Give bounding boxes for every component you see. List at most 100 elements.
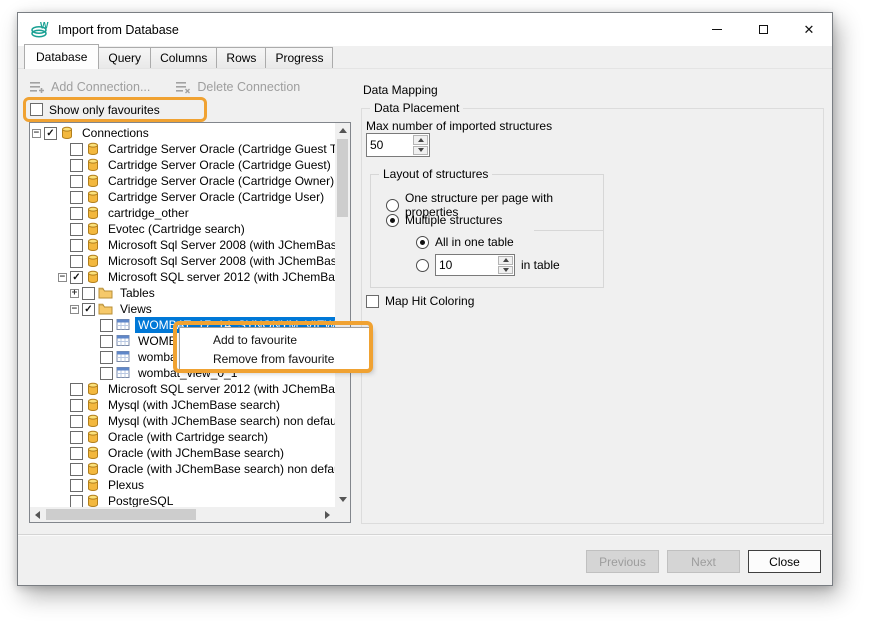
all-in-one-table-radio[interactable] [416, 236, 429, 249]
database-icon [86, 446, 102, 460]
tree-item[interactable]: Cartridge Server Oracle (Cartridge Guest… [30, 157, 335, 173]
tree-item[interactable]: Oracle (with JChemBase search) [30, 445, 335, 461]
tree-item[interactable]: cartridge_other [30, 205, 335, 221]
tree-item[interactable]: Cartridge Server Oracle (Cartridge Owner… [30, 173, 335, 189]
one-structure-per-page-radio[interactable] [386, 199, 399, 212]
expander-spacer [58, 401, 70, 410]
max-structures-input[interactable] [367, 134, 412, 156]
tree-item-checkbox[interactable] [70, 431, 83, 444]
scroll-left-button[interactable] [30, 507, 45, 522]
tree-item-checkbox[interactable] [70, 143, 83, 156]
tree-item-checkbox[interactable] [70, 159, 83, 172]
tree-item-checkbox[interactable] [70, 463, 83, 476]
collapse-icon[interactable]: − [58, 273, 67, 282]
next-button[interactable]: Next [667, 550, 740, 573]
tree-item-checkbox[interactable] [100, 351, 113, 364]
tree-item-checkbox[interactable] [70, 479, 83, 492]
horizontal-scroll-thumb[interactable] [46, 509, 196, 520]
tree-item-checkbox[interactable]: ✓ [70, 271, 83, 284]
tree-item-checkbox[interactable]: ✓ [82, 303, 95, 316]
tree-item-checkbox[interactable] [100, 367, 113, 380]
tree-item-checkbox[interactable] [70, 191, 83, 204]
tree-item[interactable]: −✓Views [30, 301, 335, 317]
tree-item[interactable]: Mysql (with JChemBase search) non defaul… [30, 413, 335, 429]
tree-item-label: Oracle (with JChemBase search) non defau… [105, 461, 335, 477]
tree-item-checkbox[interactable] [70, 207, 83, 220]
show-only-favourites-checkbox[interactable] [30, 103, 43, 116]
tree-item[interactable]: + Tables [30, 285, 335, 301]
spin-down-button[interactable] [413, 146, 428, 156]
previous-button[interactable]: Previous [586, 550, 659, 573]
map-hit-coloring-checkbox[interactable] [366, 295, 379, 308]
vertical-scroll-thumb[interactable] [337, 139, 348, 217]
tree-item-label: Cartridge Server Oracle (Cartridge Owner… [105, 173, 335, 189]
tree-item-checkbox[interactable] [70, 255, 83, 268]
tree-item-checkbox[interactable] [70, 399, 83, 412]
tree-item-label: Evotec (Cartridge search) [105, 221, 248, 237]
tree-item[interactable]: Microsoft SQL server 2012 (with JChemBas… [30, 381, 335, 397]
scroll-down-button[interactable] [335, 492, 350, 507]
in-table-input[interactable] [436, 255, 497, 275]
expander-spacer [58, 385, 70, 394]
tab-rows[interactable]: Rows [216, 47, 266, 68]
tree-item-checkbox[interactable]: ✓ [44, 127, 57, 140]
tree-item-checkbox[interactable] [70, 239, 83, 252]
close-dialog-button[interactable]: Close [748, 550, 821, 573]
tree-item[interactable]: Plexus [30, 477, 335, 493]
tree-item[interactable]: −✓ Microsoft SQL server 2012 (with JChemB… [30, 269, 335, 285]
tree-item-checkbox[interactable] [70, 495, 83, 508]
tree-item-checkbox[interactable] [70, 447, 83, 460]
tree-item-checkbox[interactable] [70, 383, 83, 396]
database-icon [86, 462, 102, 476]
tree-item[interactable]: Evotec (Cartridge search) [30, 221, 335, 237]
tree-item[interactable]: Microsoft Sql Server 2008 (with JChemBas… [30, 237, 335, 253]
tree-item[interactable]: −✓Connections [30, 125, 335, 141]
tree-item-checkbox[interactable] [70, 223, 83, 236]
max-structures-spinner [366, 133, 430, 157]
expander-spacer [58, 161, 70, 170]
tree-item[interactable]: Cartridge Server Oracle (Cartridge Guest… [30, 141, 335, 157]
tab-progress[interactable]: Progress [265, 47, 333, 68]
tab-columns[interactable]: Columns [150, 47, 217, 68]
tree-item[interactable]: Microsoft Sql Server 2008 (with JChemBas… [30, 253, 335, 269]
import-from-database-dialog: W Import from Database ✕ DatabaseQueryCo… [17, 12, 833, 586]
tree-item-checkbox[interactable] [70, 175, 83, 188]
vertical-scrollbar[interactable] [335, 123, 350, 507]
radio-row-multiple: Multiple structures [386, 213, 502, 227]
spin-up-button[interactable] [413, 135, 428, 145]
tree-item[interactable]: Mysql (with JChemBase search) [30, 397, 335, 413]
tab-database[interactable]: Database [24, 44, 99, 69]
close-button[interactable]: ✕ [786, 13, 832, 46]
minimize-button[interactable] [694, 13, 740, 46]
scroll-right-button[interactable] [320, 507, 335, 522]
tree-item[interactable]: PostgreSQL [30, 493, 335, 507]
tree-item-checkbox[interactable] [100, 319, 113, 332]
context-menu-item-remove-from-favourite[interactable]: Remove from favourite [180, 349, 370, 368]
expand-icon[interactable]: + [70, 289, 79, 298]
collapse-icon[interactable]: − [32, 129, 41, 138]
tree-item-checkbox[interactable] [70, 415, 83, 428]
collapse-icon[interactable]: − [70, 305, 79, 314]
n-in-table-radio[interactable] [416, 259, 429, 272]
tree-item-label: Microsoft SQL server 2012 (with JChemBas… [105, 269, 335, 285]
context-menu-item-add-to-favourite[interactable]: Add to favourite [180, 330, 370, 349]
tree-item-label: Tables [117, 285, 158, 301]
view-icon [116, 350, 132, 364]
data-mapping-header: Data Mapping [363, 83, 438, 97]
window-controls: ✕ [694, 13, 832, 46]
tree-item-checkbox[interactable] [82, 287, 95, 300]
tree-item[interactable]: Cartridge Server Oracle (Cartridge User) [30, 189, 335, 205]
tree-item[interactable]: Oracle (with Cartridge search) [30, 429, 335, 445]
multiple-structures-radio[interactable] [386, 214, 399, 227]
delete-connection-button[interactable]: Delete Connection [176, 77, 300, 97]
maximize-button[interactable] [740, 13, 786, 46]
spin-down-button[interactable] [498, 266, 513, 275]
spin-up-button[interactable] [498, 256, 513, 265]
database-icon [86, 270, 102, 284]
horizontal-scrollbar[interactable] [30, 507, 335, 522]
tab-query[interactable]: Query [98, 47, 151, 68]
scroll-up-button[interactable] [335, 123, 350, 138]
tree-item-checkbox[interactable] [100, 335, 113, 348]
tree-item[interactable]: Oracle (with JChemBase search) non defau… [30, 461, 335, 477]
add-connection-button[interactable]: Add Connection... [30, 77, 150, 97]
